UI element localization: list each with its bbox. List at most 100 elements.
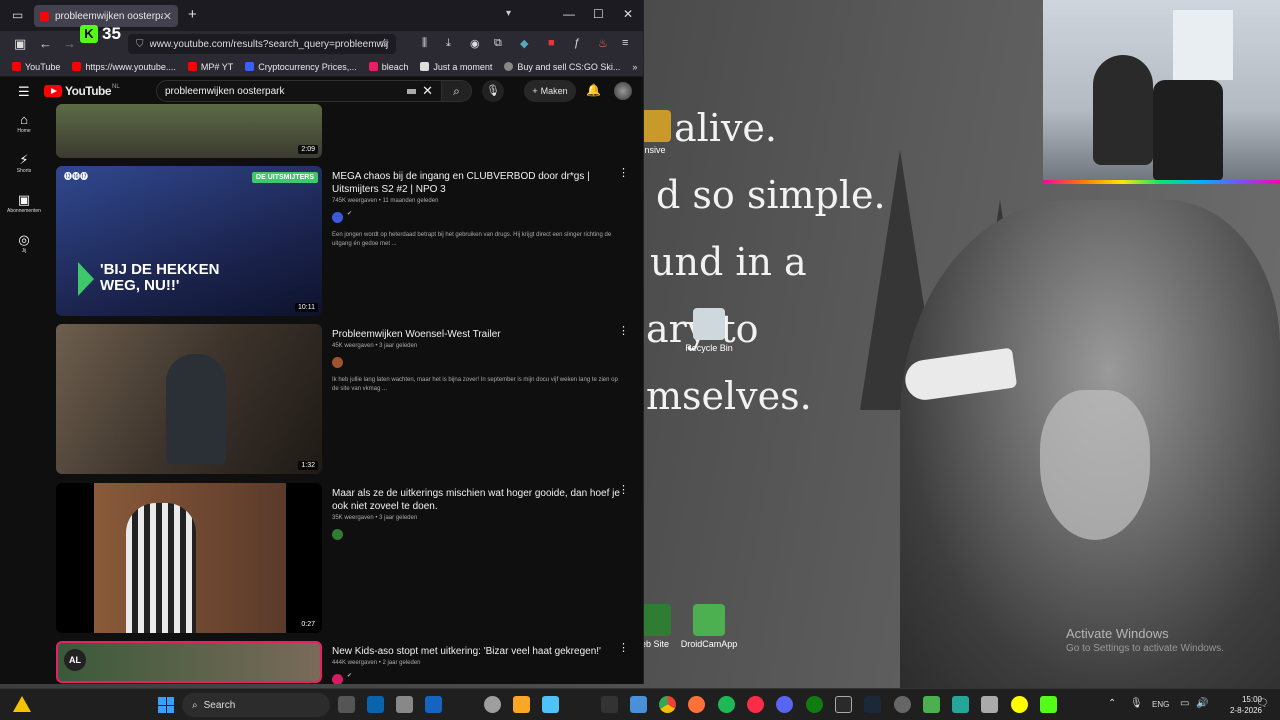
sidebar-toggle-icon[interactable]: ▣ (14, 36, 26, 52)
network-icon[interactable]: ▭ (1180, 698, 1189, 709)
tab-list-icon[interactable]: ▭ (12, 8, 23, 22)
video-title[interactable]: New Kids-aso stopt met uitkering: 'Bizar… (332, 645, 622, 658)
video-thumbnail[interactable]: 2:09 (56, 104, 322, 158)
video-thumbnail[interactable]: DE UITSMIJTERS ⓬⓰⓱ 'BIJ DE HEKKEN WEG, N… (56, 166, 322, 316)
task-view-icon[interactable] (338, 696, 355, 713)
microphone-icon: 🎙 (486, 85, 500, 97)
forward-button[interactable]: → (63, 36, 76, 51)
bookmark-item[interactable]: MP# YT (187, 61, 234, 72)
bookmark-item[interactable]: Buy and sell CS:GO Ski... (504, 62, 620, 72)
hamburger-menu-icon[interactable]: ☰ (18, 84, 30, 100)
chevron-down-icon[interactable]: ▾ (506, 8, 511, 19)
discord-icon[interactable] (776, 696, 793, 713)
app-icon[interactable] (952, 696, 969, 713)
settings-gear-icon[interactable] (484, 696, 501, 713)
app-icon[interactable] (894, 696, 911, 713)
close-window-button[interactable]: ✕ (623, 7, 633, 21)
start-button[interactable] (158, 697, 174, 713)
warning-icon[interactable] (13, 696, 31, 712)
notifications-icon[interactable]: 🗨 (1256, 698, 1269, 709)
extension-icon[interactable]: ◆ (520, 37, 528, 50)
create-button[interactable]: + Maken (524, 80, 576, 102)
epic-games-icon[interactable] (835, 696, 852, 713)
guide-item-subscriptions[interactable]: ▣ Abonnementen (0, 192, 48, 232)
bookmarks-overflow-icon[interactable]: » (632, 62, 637, 72)
channel-avatar[interactable] (332, 357, 343, 368)
channel-avatar[interactable] (332, 212, 343, 223)
bookmark-label: MP# YT (200, 61, 234, 72)
maximize-button[interactable]: ☐ (593, 7, 604, 21)
terminal-icon[interactable] (601, 696, 618, 713)
droidcam-icon[interactable] (923, 696, 940, 713)
more-options-icon[interactable]: ⋮ (618, 324, 629, 337)
clear-search-icon[interactable]: ✕ (422, 83, 433, 99)
bookmark-item[interactable]: Just a moment (420, 62, 492, 72)
more-options-icon[interactable]: ⋮ (618, 166, 629, 179)
more-options-icon[interactable]: ⋮ (618, 641, 629, 654)
extension-icon[interactable]: ƒ (574, 37, 580, 49)
voice-search-button[interactable]: 🎙 (482, 80, 504, 102)
video-title[interactable]: Maar als ze de uitkerings mischien wat h… (332, 487, 622, 513)
photos-icon[interactable] (630, 696, 647, 713)
search-button[interactable]: ⌕ (442, 80, 472, 102)
itunes-icon[interactable] (747, 696, 764, 713)
bookmark-star-icon[interactable]: ☆ (379, 36, 390, 50)
keyboard-icon[interactable] (407, 88, 417, 94)
channel-avatar[interactable] (332, 529, 343, 540)
video-thumbnail[interactable]: 1:32 (56, 324, 322, 474)
firefox-icon[interactable] (688, 696, 705, 713)
back-button[interactable]: ← (39, 36, 52, 51)
avatar[interactable] (614, 82, 632, 100)
outlook-icon[interactable] (367, 696, 384, 713)
recycle-bin-desktop-icon[interactable]: Recycle Bin (674, 308, 744, 353)
close-tab-icon[interactable]: ✕ (163, 10, 172, 23)
video-meta: 444K weergaven • 2 jaar geleden (332, 660, 421, 666)
app-icon[interactable] (981, 696, 998, 713)
file-explorer-icon[interactable] (513, 696, 530, 713)
chrome-icon[interactable] (659, 696, 676, 713)
microphone-icon[interactable]: 🎙 (1130, 698, 1143, 709)
spotify-icon[interactable] (718, 696, 735, 713)
video-title[interactable]: Probleemwijken Woensel-West Trailer (332, 328, 622, 341)
minimize-button[interactable]: — (563, 7, 575, 21)
library-icon[interactable]: ⫼ (422, 37, 427, 50)
video-thumbnail[interactable]: 0:27 (56, 483, 322, 633)
channel-avatar[interactable] (332, 674, 343, 684)
xbox-icon[interactable] (806, 696, 823, 713)
bookmark-item[interactable]: bleach (368, 62, 408, 72)
extensions-icon[interactable]: ⧉ (494, 37, 502, 50)
notifications-bell-icon[interactable]: 🔔 (586, 83, 601, 97)
extension-icon[interactable]: ♨ (598, 37, 608, 50)
video-description: Ik heb jullie lang laten wachten, maar h… (332, 377, 618, 392)
desktop-icon-label: Recycle Bin (685, 343, 733, 353)
app-icon[interactable] (542, 696, 559, 713)
address-bar[interactable]: ⛉ www.youtube.com/results?search_query=p… (128, 34, 396, 54)
extension-icon[interactable]: ■ (548, 37, 555, 49)
taskbar-search[interactable]: ⌕ Search (182, 693, 330, 717)
steam-icon[interactable] (864, 696, 881, 713)
more-options-icon[interactable]: ⋮ (618, 483, 629, 496)
menu-icon[interactable]: ≡ (622, 37, 628, 49)
app-icon[interactable] (425, 696, 442, 713)
video-thumbnail[interactable]: AL (56, 641, 322, 683)
guide-label: Abonnementen (7, 208, 41, 214)
bookmark-item[interactable]: Cryptocurrency Prices,... (245, 62, 357, 72)
guide-item-home[interactable]: ⌂ Home (0, 112, 48, 152)
new-tab-button[interactable]: + (188, 6, 197, 23)
calculator-icon[interactable] (396, 696, 413, 713)
youtube-logo[interactable]: YouTube NL (44, 84, 120, 98)
language-indicator[interactable]: ENG (1152, 700, 1169, 709)
download-icon[interactable]: ⤓ (446, 37, 451, 50)
guide-item-you[interactable]: ◎ Jij (0, 232, 48, 272)
kick-icon[interactable] (1040, 696, 1057, 713)
bookmark-item[interactable]: YouTube (12, 62, 60, 72)
guide-item-shorts[interactable]: ⚡ Shorts (0, 152, 48, 192)
video-title[interactable]: MEGA chaos bij de ingang en CLUBVERBOD d… (332, 170, 622, 196)
volume-icon[interactable]: 🔊 (1196, 698, 1208, 709)
search-input[interactable]: probleemwijken oosterpark ✕ (156, 80, 442, 102)
account-icon[interactable]: ◉ (470, 37, 480, 50)
tray-overflow-icon[interactable]: ⌃ (1108, 698, 1116, 709)
bookmark-item[interactable]: https://www.youtube.... (72, 62, 176, 72)
snapchat-icon[interactable] (1011, 696, 1028, 713)
activate-subtitle: Go to Settings to activate Windows. (1066, 643, 1224, 654)
